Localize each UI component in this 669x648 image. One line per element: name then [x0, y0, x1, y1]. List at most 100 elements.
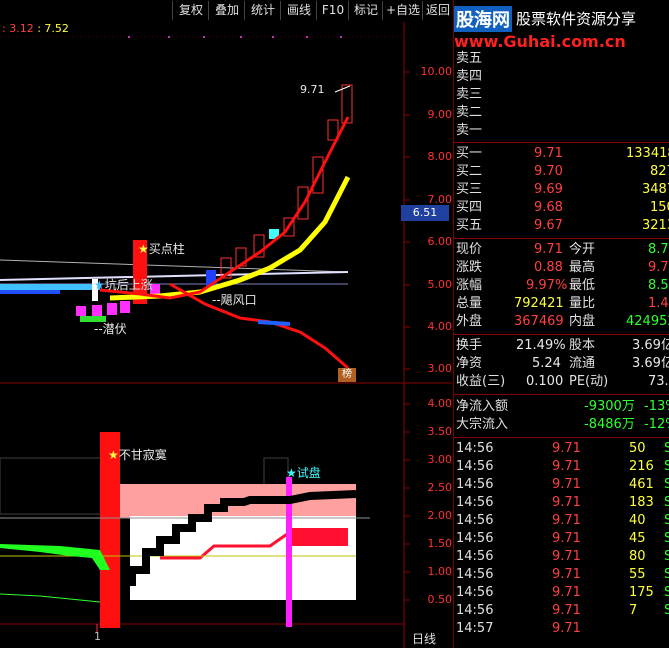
tick-f: S: [664, 585, 669, 600]
tick-v: 50: [629, 441, 646, 456]
tick-p: 9.71: [552, 567, 581, 582]
quote-row: 涨幅9.97%最低8.55: [456, 278, 669, 293]
tick-t: 14:57: [456, 621, 494, 636]
tick-p: 9.71: [552, 621, 581, 636]
tick-f: S: [664, 441, 669, 456]
bid-row-1[interactable]: 买一9.71133418: [454, 145, 669, 163]
ask-row-5[interactable]: 卖五: [454, 50, 669, 68]
tick-p: 9.71: [552, 531, 581, 546]
quote-panel: 股海网 股票软件资源分享 www.Guhai.com.cn 卖五 卖四 卖三 卖…: [453, 0, 669, 648]
watermark-subtitle: 股票软件资源分享: [516, 10, 637, 28]
quote-row: 总量792421量比1.44: [456, 296, 669, 311]
toolbar-button-draw[interactable]: 画线: [280, 1, 317, 20]
ma-line-blue-segment: [257, 320, 291, 326]
period-label[interactable]: 日线: [412, 630, 436, 647]
tick-row[interactable]: 14:56 9.71 216 S: [454, 458, 669, 476]
blue-band: [0, 290, 60, 294]
tick-row[interactable]: 14:56 9.71 50 S: [454, 440, 669, 458]
ask-row-4[interactable]: 卖四: [454, 68, 669, 86]
bid-row-3[interactable]: 买三9.693487: [454, 181, 669, 199]
fundamentals-row: 净资 5.24 流通 3.69亿: [456, 356, 669, 371]
quote-row: 外盘367469内盘424952: [456, 314, 669, 329]
bid-row-2[interactable]: 买二9.70827: [454, 163, 669, 181]
toolbar-button-stats[interactable]: 统计: [244, 1, 281, 20]
tick-f: S: [664, 477, 669, 492]
tick-t: 14:56: [456, 585, 494, 600]
tick-row[interactable]: 14:56 9.71 80 S: [454, 548, 669, 566]
main-axis-label: 5.00: [427, 278, 453, 291]
tick-f: S: [664, 459, 669, 474]
main-axis-label: 6.00: [427, 235, 453, 248]
tick-f: S: [664, 603, 669, 618]
annotation-wind-mouth: --飓风口: [212, 293, 257, 307]
bid-row-5[interactable]: 买五9.673213: [454, 217, 669, 235]
tick-t: 14:56: [456, 603, 494, 618]
toolbar-button-overlay[interactable]: 叠加: [208, 1, 245, 20]
separator: [454, 394, 669, 395]
watermark-title: 股海网: [454, 6, 512, 32]
tick-row[interactable]: 14:57 9.71: [454, 620, 669, 638]
separator: [454, 437, 669, 438]
tick-v: 80: [629, 549, 646, 564]
kline-chart[interactable]: [0, 22, 452, 648]
main-axis-label: 8.00: [427, 150, 453, 163]
tick-row[interactable]: 14:56 9.71 7 S: [454, 602, 669, 620]
chart-toolbar: 复权 叠加 统计 画线 F10 标记 +自选 返回: [0, 0, 452, 22]
tick-v: 183: [629, 495, 654, 510]
sub-axis-label: 2.50: [427, 481, 453, 494]
main-axis-label: 10.00: [420, 65, 453, 78]
separator: [454, 238, 669, 239]
ref-line-white: [0, 271, 349, 281]
toolbar-button-add-watchlist[interactable]: +自选: [382, 1, 423, 20]
sub-axis-label: 4.00: [427, 397, 453, 410]
main-axis-label: 4.00: [427, 320, 453, 333]
annotation-ambush: --潜伏: [94, 322, 127, 336]
flow-row: 净流入额-9300万-13%: [456, 399, 669, 414]
sub-axis-label: 3.00: [427, 453, 453, 466]
ask-row-2[interactable]: 卖二: [454, 104, 669, 122]
tick-row[interactable]: 14:56 9.71 55 S: [454, 566, 669, 584]
toolbar-button-mark[interactable]: 标记: [348, 1, 383, 20]
tick-p: 9.71: [552, 477, 581, 492]
candle-magenta: [92, 305, 102, 316]
tick-t: 14:56: [456, 549, 494, 564]
annotation-pit-rise: ★坑后上涨: [94, 278, 153, 292]
cyan-band: [0, 284, 100, 290]
tick-row[interactable]: 14:56 9.71 45 S: [454, 530, 669, 548]
tick-row[interactable]: 14:56 9.71 175 S: [454, 584, 669, 602]
bid-row-4[interactable]: 买四9.68150: [454, 199, 669, 217]
sub-green-line: [0, 593, 101, 603]
tick-row[interactable]: 14:56 9.71 40 S: [454, 512, 669, 530]
tick-p: 9.71: [552, 549, 581, 564]
tick-row[interactable]: 14:56 9.71 183 S: [454, 494, 669, 512]
tick-v: 55: [629, 567, 646, 582]
annotation-buy-point: ★买点柱: [138, 242, 185, 256]
toolbar-button-back[interactable]: 返回: [422, 1, 453, 20]
tick-v: 7: [629, 603, 638, 618]
tick-row[interactable]: 14:56 9.71 461 S: [454, 476, 669, 494]
ask-row-1[interactable]: 卖一: [454, 122, 669, 140]
tick-p: 9.71: [552, 603, 581, 618]
toolbar-button-f10[interactable]: F10: [316, 1, 349, 20]
tick-p: 9.71: [552, 585, 581, 600]
tick-t: 14:56: [456, 567, 494, 582]
sub-red-step: [290, 528, 348, 546]
tick-p: 9.71: [552, 459, 581, 474]
ask-row-3[interactable]: 卖三: [454, 86, 669, 104]
rank-badge[interactable]: 榜: [338, 368, 356, 382]
separator: [454, 142, 669, 143]
annotation-unwilling: ★不甘寂寞: [108, 448, 167, 462]
separator: [454, 334, 669, 335]
tick-f: S: [664, 513, 669, 528]
tick-v: 40: [629, 513, 646, 528]
flow-row: 大宗流入-8486万-12%: [456, 417, 669, 432]
tick-t: 14:56: [456, 495, 494, 510]
tick-v: 216: [629, 459, 654, 474]
tick-p: 9.71: [552, 441, 581, 456]
main-axis-label: 9.00: [427, 108, 453, 121]
toolbar-button-adjust[interactable]: 复权: [172, 1, 209, 20]
watermark-url: www.Guhai.com.cn: [454, 32, 626, 51]
sub-axis-label: 1.00: [427, 565, 453, 578]
ref-line-gray: [0, 259, 349, 273]
tick-p: 9.71: [552, 495, 581, 510]
